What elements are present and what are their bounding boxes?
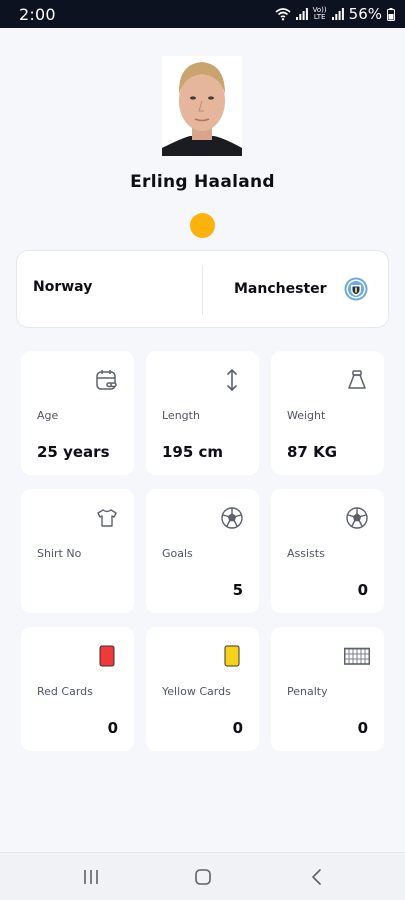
football-icon <box>344 505 370 531</box>
stat-card-red-cards: Red Cards 0 <box>21 627 134 751</box>
battery-icon <box>387 7 395 21</box>
club-crest-icon <box>344 277 368 301</box>
stat-label: Shirt No <box>37 547 82 560</box>
stat-card-shirt-no: Shirt No <box>21 489 134 613</box>
recent-apps-button[interactable] <box>79 865 103 889</box>
player-name: Erling Haaland <box>130 172 275 192</box>
red-card-icon <box>94 643 120 669</box>
stat-label: Age <box>37 409 59 422</box>
country-name: Norway <box>33 279 93 295</box>
signal-icon-2 <box>331 8 344 20</box>
football-icon <box>219 505 245 531</box>
yellow-card-icon <box>219 643 245 669</box>
stat-value: 195 cm <box>162 443 224 461</box>
shirt-icon <box>94 505 120 531</box>
stat-label: Red Cards <box>37 685 93 698</box>
status-icons: Vo)) LTE 56% <box>275 5 395 23</box>
team-divider <box>202 265 203 315</box>
height-arrow-icon <box>219 367 245 393</box>
stat-card-penalty: Penalty 0 <box>271 627 384 751</box>
stat-label: Goals <box>162 547 193 560</box>
player-photo <box>162 56 242 156</box>
stat-card-age: Age 25 years <box>21 351 134 475</box>
stat-value: 87 KG <box>287 443 338 461</box>
wifi-icon <box>275 7 291 21</box>
navigation-bar <box>0 852 405 900</box>
back-button[interactable] <box>305 865 329 889</box>
stat-value: 0 <box>107 719 118 737</box>
stat-card-length: Length 195 cm <box>146 351 259 475</box>
battery-percentage: 56% <box>348 5 382 23</box>
club-name: Manchester <box>234 281 327 297</box>
stat-label: Length <box>162 409 200 422</box>
stat-value: 0 <box>357 581 368 599</box>
team-card[interactable]: Norway Manchester <box>16 250 389 328</box>
stat-value: 5 <box>232 581 243 599</box>
status-dot <box>190 213 215 238</box>
stat-card-goals: Goals 5 <box>146 489 259 613</box>
stat-value: 25 years <box>37 443 110 461</box>
volte-icon: Vo)) LTE <box>312 6 327 21</box>
weight-icon <box>344 367 370 393</box>
signal-icon <box>295 8 308 20</box>
stat-card-weight: Weight 87 KG <box>271 351 384 475</box>
calendar-link-icon <box>94 367 120 393</box>
home-button[interactable] <box>191 865 215 889</box>
status-bar: 2:00 Vo)) LTE 56% <box>0 0 405 28</box>
stat-card-assists: Assists 0 <box>271 489 384 613</box>
status-time: 2:00 <box>19 4 56 24</box>
stat-card-yellow-cards: Yellow Cards 0 <box>146 627 259 751</box>
stat-label: Weight <box>287 409 326 422</box>
goal-net-icon <box>344 643 370 669</box>
stat-value: 0 <box>357 719 368 737</box>
stat-value: 0 <box>232 719 243 737</box>
stat-label: Yellow Cards <box>162 685 231 698</box>
stat-label: Penalty <box>287 685 328 698</box>
stat-label: Assists <box>287 547 325 560</box>
